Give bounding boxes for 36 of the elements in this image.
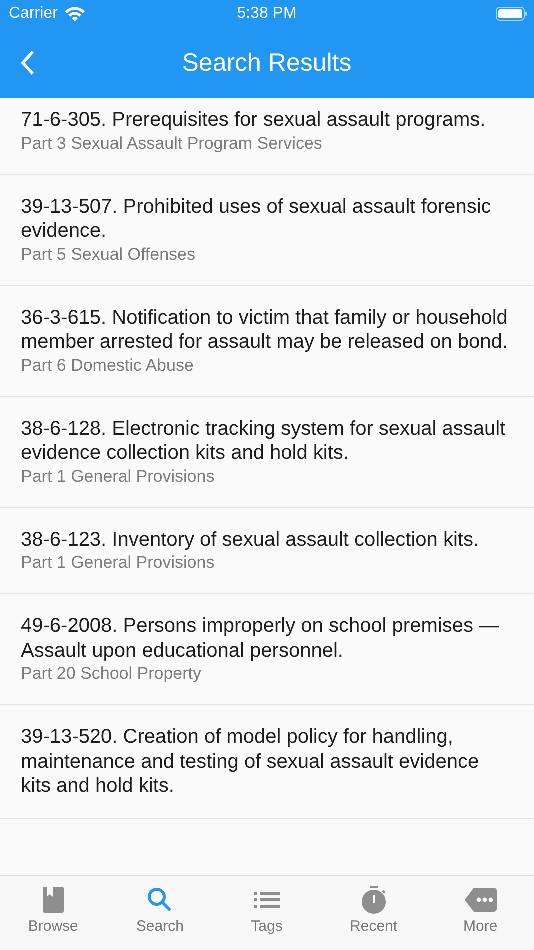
- tab-bar-item[interactable]: Tags: [214, 876, 320, 950]
- page-title: Search Results: [181, 48, 353, 78]
- result-subtitle: Part 1 General Provisions: [21, 552, 216, 574]
- result-row[interactable]: 71-6-305. Prerequisites for sexual assault programs. Part 3 Sexual Assault Program Services: [0, 98, 534, 174]
- result-title: 49-6-2008. Persons improperly on school premises — Assault upon educational personnel.: [21, 614, 500, 663]
- tab-bar-item[interactable]: Recent: [320, 876, 428, 950]
- result-subtitle: Part 5 Sexual Offenses: [21, 244, 197, 266]
- result-row[interactable]: 39-13-520. Creation of model policy for handling, maintenance and testing of sexual assault evidence kits and hold kits.: [0, 705, 534, 818]
- back-chevron-icon: [20, 50, 36, 76]
- stopwatch-icon: [360, 886, 387, 914]
- tab-bar-item[interactable]: More: [427, 876, 534, 950]
- result-row[interactable]: 38-6-123. Inventory of sexual assault collection kits. Part 1 General Provisions: [0, 508, 534, 594]
- result-title: 36-3-615. Notification to victim that family or household member arrested for assault may be released on bond.: [21, 306, 509, 354]
- bookmark-book-icon: [42, 887, 64, 913]
- result-title: 71-6-305. Prerequisites for sexual assault programs.: [21, 108, 487, 132]
- tab-bar-item[interactable]: Browse: [0, 876, 107, 950]
- battery-icon: [496, 6, 528, 22]
- result-row[interactable]: 39-13-507. Prohibited uses of sexual assault forensic evidence. Part 5 Sexual Offenses: [0, 174, 534, 286]
- result-subtitle: Part 1 General Provisions: [21, 466, 216, 488]
- result-row[interactable]: 36-3-615. Notification to victim that family or household member arrested for assault may be released on bond. Part 6 Domestic Abuse: [0, 286, 534, 396]
- wifi-icon: [64, 6, 86, 22]
- result-title: 38-6-128. Electronic tracking system for sexual assault evidence collection kits and hold kits.: [21, 416, 507, 466]
- result-subtitle: Part 6 Domestic Abuse: [21, 354, 195, 376]
- status-time: 5:38 PM: [236, 5, 298, 23]
- result-title: 39-13-520. Creation of model policy for handling, maintenance and testing of sexual assault evidence kits and hold kits.: [21, 725, 480, 798]
- result-subtitle: Part 20 School Property: [21, 663, 202, 685]
- tab-bar-item[interactable]: Search: [106, 876, 214, 950]
- result-subtitle: Part 3 Sexual Assault Program Services: [21, 132, 324, 154]
- result-title: 39-13-507. Prohibited uses of sexual assault forensic evidence.: [21, 194, 492, 244]
- search-icon: [147, 887, 174, 913]
- result-row[interactable]: 49-6-2008. Persons improperly on school premises — Assault upon educational personnel. Part 20 School Property: [0, 594, 534, 705]
- result-row[interactable]: 38-6-128. Electronic tracking system for sexual assault evidence collection kits and hold kits. Part 1 General Provisions: [0, 396, 534, 508]
- tag-dots-icon: [464, 887, 497, 913]
- result-title: 38-6-123. Inventory of sexual assault collection kits.: [21, 528, 480, 552]
- list-icon: [254, 890, 280, 910]
- carrier-label: Carrier: [9, 5, 58, 23]
